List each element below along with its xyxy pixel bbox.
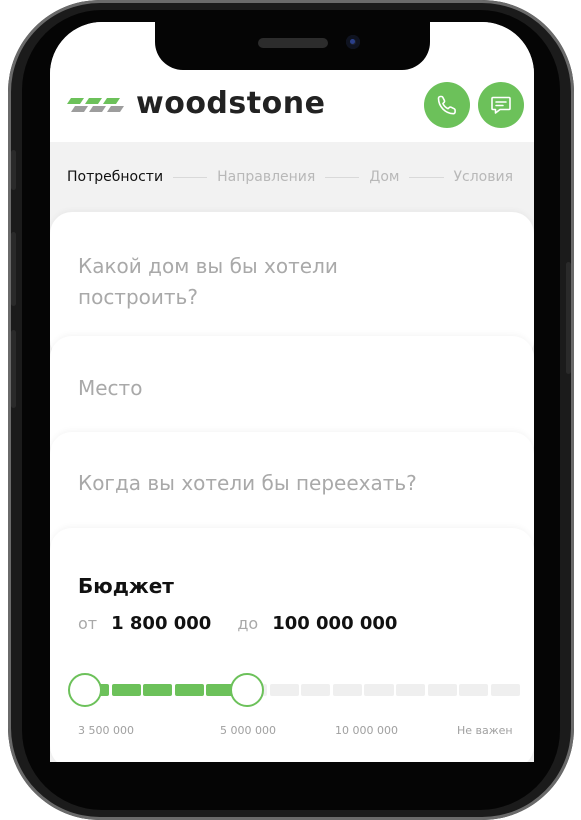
phone-side-button — [11, 150, 16, 190]
progress-steps: Потребности Направления Дом Условия — [50, 142, 534, 212]
slider-segment — [364, 684, 394, 696]
call-button[interactable] — [424, 82, 470, 128]
step-divider — [325, 176, 360, 178]
camera-icon — [346, 35, 360, 49]
step-divider — [173, 176, 208, 178]
slider-min-handle[interactable] — [68, 673, 102, 707]
chat-icon — [491, 96, 511, 114]
slider-segment — [174, 684, 204, 696]
speaker-grille — [258, 38, 328, 48]
budget-from-label: от — [78, 614, 98, 633]
screen: woodstone Потребности Направления Дом Ус… — [50, 22, 534, 762]
step-needs[interactable]: Потребности — [67, 169, 163, 185]
slider-segment — [111, 684, 141, 696]
slider-segment — [427, 684, 457, 696]
budget-from-value[interactable]: 1 800 000 — [111, 613, 211, 634]
slider-segment — [459, 684, 489, 696]
step-divider — [409, 176, 444, 178]
slider-segment — [143, 684, 173, 696]
phone-volume-up — [11, 232, 16, 306]
budget-range: от 1 800 000 до 100 000 000 — [78, 613, 423, 634]
tick-label: Не важен — [457, 724, 513, 737]
budget-title: Бюджет — [78, 574, 174, 598]
step-directions[interactable]: Направления — [217, 169, 315, 185]
budget-slider[interactable] — [68, 673, 520, 707]
move-question: Когда вы хотели бы переехать? — [78, 471, 417, 495]
slider-segment — [301, 684, 331, 696]
budget-card: Бюджет от 1 800 000 до 100 000 000 3 500… — [50, 528, 534, 762]
slider-segment — [396, 684, 426, 696]
brand-name: woodstone — [136, 86, 326, 121]
phone-power-button — [566, 262, 571, 374]
house-question: Какой дом вы бы хотели построить? — [78, 254, 338, 309]
slider-segment — [269, 684, 299, 696]
budget-to-label: до — [237, 614, 259, 633]
slider-segment — [332, 684, 362, 696]
chat-button[interactable] — [478, 82, 524, 128]
place-question: Место — [78, 376, 143, 400]
phone-volume-down — [11, 330, 16, 408]
tick-label: 10 000 000 — [335, 724, 398, 737]
tick-label: 3 500 000 — [78, 724, 134, 737]
phone-notch — [155, 22, 430, 70]
phone-icon — [437, 95, 456, 115]
woodstone-logo-icon — [67, 98, 124, 112]
step-house[interactable]: Дом — [369, 169, 399, 185]
budget-to-value[interactable]: 100 000 000 — [272, 613, 397, 634]
slider-max-handle[interactable] — [230, 673, 265, 707]
slider-segment — [490, 684, 520, 696]
tick-label: 5 000 000 — [220, 724, 276, 737]
step-conditions[interactable]: Условия — [454, 169, 514, 185]
